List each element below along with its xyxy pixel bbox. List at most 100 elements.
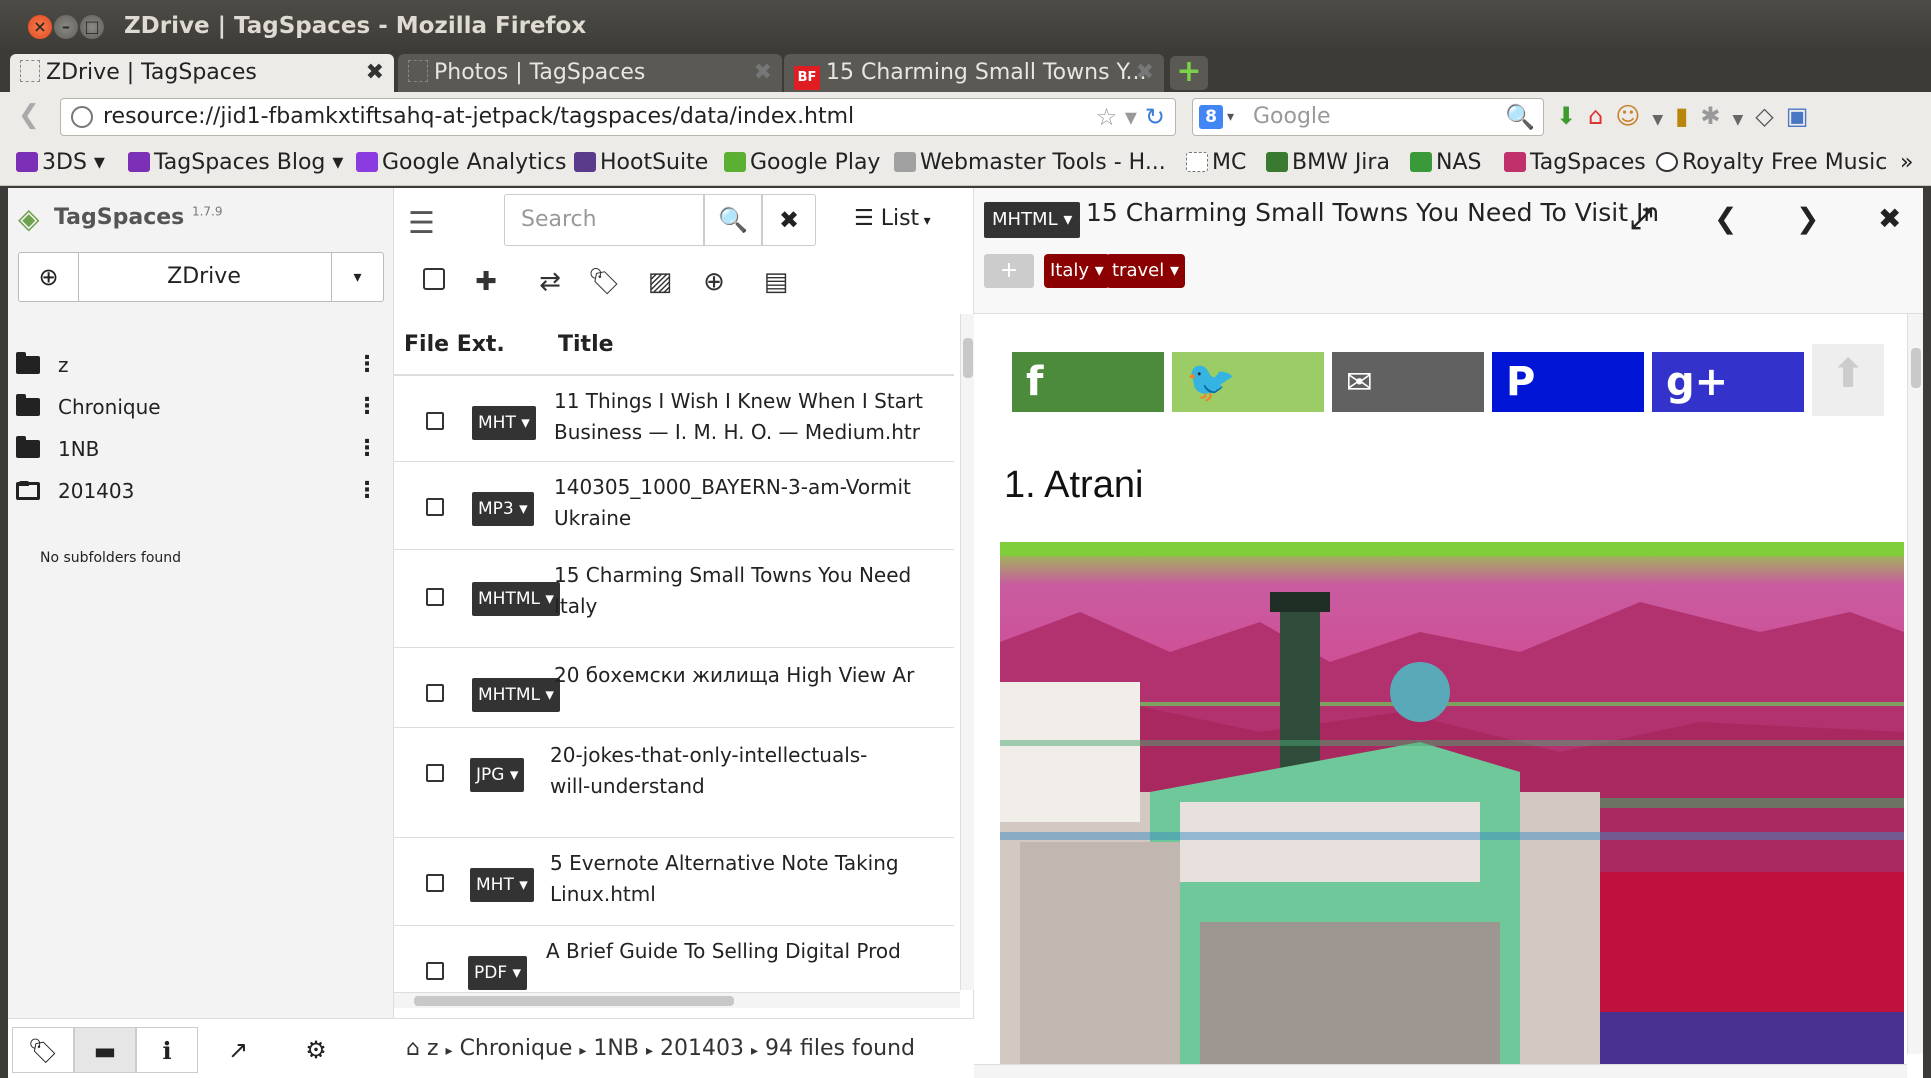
previous-icon[interactable]: ❮	[1714, 202, 1737, 235]
column-file-ext[interactable]: File Ext.	[404, 314, 505, 376]
twitter-share-button[interactable]: 🐦	[1172, 352, 1324, 412]
column-title[interactable]: Title	[558, 314, 614, 376]
url-bar[interactable]: resource://jid1-fbamkxtiftsahq-at-jetpac…	[60, 98, 1176, 136]
window-close-button[interactable]: ×	[28, 15, 52, 39]
file-row[interactable]: MHT ▾ 11 Things I Wish I Knew When I Sta…	[394, 376, 954, 462]
tag-italy[interactable]: Italy ▾	[1044, 254, 1110, 288]
breadcrumb-item[interactable]: Chronique	[460, 1036, 573, 1061]
location-name[interactable]: ZDrive	[79, 253, 329, 301]
file-title[interactable]: 11 Things I Wish I Knew When I Start Bus…	[554, 386, 944, 448]
profile-icon[interactable]: ▣	[1786, 102, 1809, 130]
close-icon[interactable]: ✖	[1878, 202, 1901, 235]
create-file-button[interactable]: ✚	[466, 262, 506, 302]
file-title[interactable]: 20-jokes-that-only-intellectuals- will-u…	[550, 740, 940, 802]
search-engine-icon[interactable]: 8	[1199, 105, 1223, 129]
thumbnails-button[interactable]: ▨	[640, 262, 680, 302]
row-checkbox[interactable]	[426, 498, 444, 516]
details-button[interactable]: ▤	[756, 262, 796, 302]
file-ext-badge[interactable]: PDF ▾	[468, 956, 528, 990]
breadcrumb-item[interactable]: z	[427, 1036, 439, 1061]
pinterest-share-button[interactable]: P	[1492, 352, 1644, 412]
folders-button[interactable]: ▬	[74, 1027, 136, 1073]
file-list-scrollbar[interactable]	[960, 314, 974, 990]
file-ext-badge[interactable]: MHTML ▾	[984, 202, 1081, 238]
reload-button[interactable]: ⇄	[530, 262, 570, 302]
bookmark-tagspaces-blog[interactable]: TagSpaces Blog ▾	[128, 150, 343, 175]
fullscreen-icon[interactable]: ⤢	[1630, 202, 1652, 236]
googleplus-share-button[interactable]: g+	[1652, 352, 1804, 412]
file-row[interactable]: MP3 ▾ 140305_1000_BAYERN-3-am-Vormit Ukr…	[394, 462, 954, 550]
file-title[interactable]: 20 бохемски жилища High View Ar	[554, 660, 944, 691]
tag-travel[interactable]: travel ▾	[1106, 254, 1185, 288]
select-all-checkbox[interactable]	[414, 262, 454, 302]
file-ext-badge[interactable]: JPG ▾	[470, 758, 525, 792]
bookmark-3ds[interactable]: 3DS ▾	[16, 150, 105, 175]
file-title[interactable]: 5 Evernote Alternative Note Taking Linux…	[550, 848, 940, 910]
row-checkbox[interactable]	[426, 412, 444, 430]
tab-close-icon[interactable]: ✖	[1136, 60, 1154, 85]
search-button[interactable]: 🔍	[704, 194, 762, 246]
tab-close-icon[interactable]: ✖	[754, 60, 772, 85]
file-ext-badge[interactable]: MHT ▾	[470, 868, 534, 902]
info-button[interactable]: ℹ	[136, 1027, 198, 1073]
tag-files-button[interactable]: 🏷	[584, 262, 624, 302]
back-button[interactable]: ❮	[18, 100, 40, 130]
bookmark-tagspaces[interactable]: TagSpaces	[1504, 150, 1646, 175]
viewer-hscrollbar[interactable]	[974, 1064, 1907, 1078]
scrollbar-thumb[interactable]	[963, 338, 973, 378]
file-title[interactable]: 15 Charming Small Towns You Need Italy	[554, 560, 944, 622]
bookmarks-overflow-button[interactable]: »	[1900, 150, 1913, 175]
home-icon[interactable]: ⌂	[1588, 102, 1603, 130]
file-list-hscrollbar[interactable]	[394, 992, 960, 1008]
chevron-down-icon[interactable]: ▾	[331, 253, 383, 301]
scroll-top-button[interactable]: ⬆	[1812, 344, 1884, 416]
scrollbar-thumb[interactable]	[1911, 348, 1921, 388]
addon-icon[interactable]: ☺	[1615, 102, 1640, 130]
open-external-button[interactable]: ↗	[208, 1027, 268, 1073]
download-icon[interactable]: ⬇	[1556, 102, 1576, 130]
row-checkbox[interactable]	[426, 588, 444, 606]
file-ext-badge[interactable]: MP3 ▾	[472, 492, 534, 526]
hamburger-menu-icon[interactable]: ☰	[408, 206, 435, 241]
file-row[interactable]: JPG ▾ 20-jokes-that-only-intellectuals- …	[394, 728, 954, 838]
file-row[interactable]: MHT ▾ 5 Evernote Alternative Note Taking…	[394, 838, 954, 926]
bookmark-star-icon[interactable]: ☆ ▾	[1096, 103, 1137, 131]
bookmark-bmw-jira[interactable]: BMW Jira	[1266, 150, 1390, 175]
file-ext-badge[interactable]: MHTML ▾	[472, 582, 560, 616]
window-maximize-button[interactable]: □	[80, 15, 104, 39]
file-ext-badge[interactable]: MHT ▾	[472, 406, 536, 440]
row-checkbox[interactable]	[426, 874, 444, 892]
tag-icon[interactable]: ◇	[1755, 102, 1773, 130]
tags-button[interactable]: 🏷	[12, 1027, 74, 1073]
tab-charming-towns[interactable]: BF 15 Charming Small Towns Y... ✖	[784, 54, 1164, 92]
reload-icon[interactable]: ↻	[1145, 103, 1165, 131]
settings-button[interactable]: ⚙	[286, 1027, 346, 1073]
view-mode-selector[interactable]: ☰ List ▾	[854, 206, 931, 231]
bookmark-mc[interactable]: MC	[1186, 150, 1246, 175]
folder-menu-icon[interactable]: ⋮	[356, 466, 378, 516]
search-icon[interactable]: 🔍	[1505, 99, 1535, 135]
facebook-share-button[interactable]: f	[1012, 352, 1164, 412]
bookmark-google-analytics[interactable]: Google Analytics	[356, 150, 566, 175]
email-share-button[interactable]: ✉	[1332, 352, 1484, 412]
tab-zdrive[interactable]: ZDrive | TagSpaces ✖	[10, 54, 394, 92]
add-tag-button[interactable]: +	[984, 254, 1034, 288]
search-input[interactable]: Search	[504, 194, 704, 246]
folder-item-201403[interactable]: 201403 ⋮	[8, 466, 394, 516]
next-icon[interactable]: ❯	[1796, 202, 1819, 235]
add-location-button[interactable]: ⊕	[19, 253, 79, 301]
file-row[interactable]: PDF ▾ A Brief Guide To Selling Digital P…	[394, 926, 954, 992]
bookmark-hootsuite[interactable]: HootSuite	[574, 150, 708, 175]
row-checkbox[interactable]	[426, 962, 444, 980]
window-minimize-button[interactable]: –	[54, 15, 78, 39]
zoom-button[interactable]: ⊕	[694, 262, 734, 302]
breadcrumb-item[interactable]: 201403	[660, 1036, 744, 1061]
row-checkbox[interactable]	[426, 764, 444, 782]
bookmark-icon[interactable]: ▮	[1675, 102, 1688, 130]
chevron-down-icon[interactable]: ▼	[1732, 112, 1743, 128]
tab-close-icon[interactable]: ✖	[366, 60, 384, 85]
tab-photos[interactable]: Photos | TagSpaces ✖	[398, 54, 782, 92]
bookmark-nas[interactable]: NAS	[1410, 150, 1481, 175]
bookmark-royalty-free-music[interactable]: Royalty Free Music	[1656, 150, 1887, 175]
viewer-scrollbar[interactable]	[1907, 314, 1923, 1054]
